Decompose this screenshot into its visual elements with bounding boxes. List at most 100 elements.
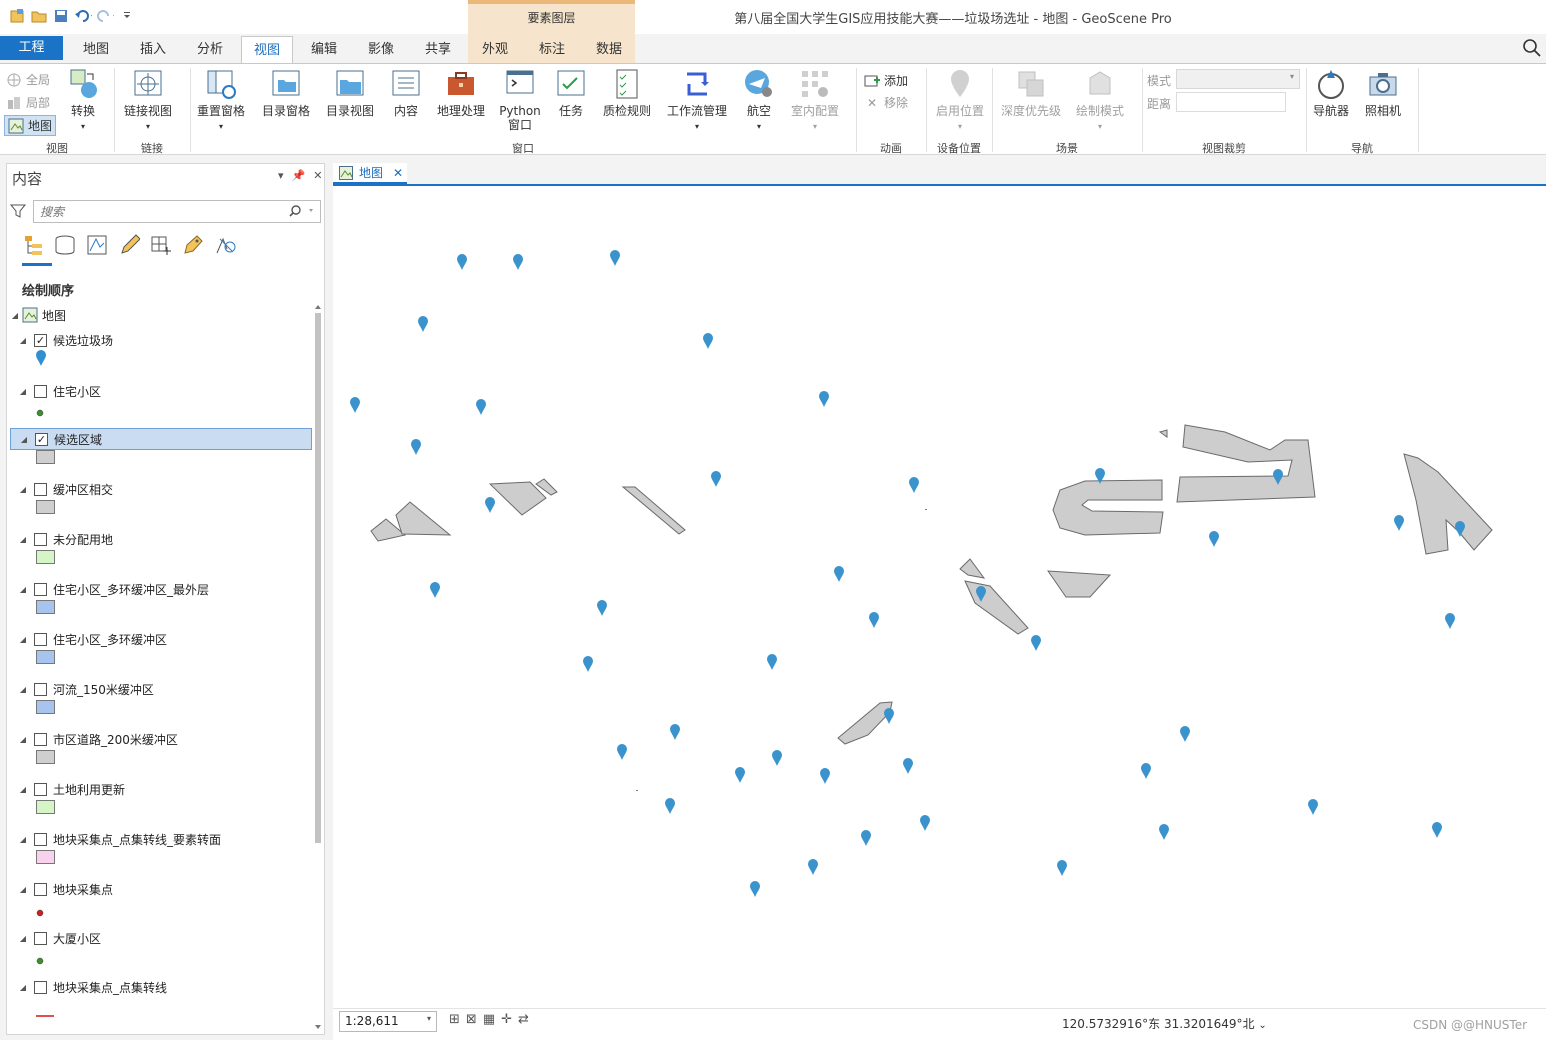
candidate-landfill-pin[interactable] (665, 798, 675, 814)
editing-pencil-icon[interactable] (118, 233, 140, 257)
candidate-landfill-pin[interactable] (703, 333, 713, 349)
candidate-landfill-pin[interactable] (1159, 824, 1169, 840)
animation-add-button[interactable]: 添加 (864, 72, 908, 89)
candidate-landfill-pin[interactable] (1432, 822, 1442, 838)
layer-row[interactable]: ◢ 住宅小区_多环缓冲区 (10, 628, 167, 650)
collapse-arrow-icon[interactable]: ◢ (18, 585, 28, 594)
tab-insert[interactable]: 插入 (129, 36, 177, 63)
snapping-toggle-icon[interactable]: ✛ (501, 1012, 512, 1027)
candidate-landfill-pin[interactable] (617, 744, 627, 760)
candidate-landfill-pin[interactable] (583, 656, 593, 672)
collapse-arrow-icon[interactable]: ◢ (18, 735, 28, 744)
tab-share[interactable]: 共享 (414, 36, 462, 63)
candidate-landfill-pin[interactable] (750, 881, 760, 897)
candidate-landfill-pin[interactable] (772, 750, 782, 766)
candidate-landfill-pin[interactable] (903, 758, 913, 774)
labeling-icon[interactable] (182, 233, 204, 257)
collapse-arrow-icon[interactable]: ◢ (18, 934, 28, 943)
layer-row[interactable]: ◢ 缓冲区相交 (10, 478, 113, 500)
contents-button[interactable]: 内容 (386, 68, 426, 118)
list-by-perspective-icon[interactable] (214, 233, 236, 257)
candidate-landfill-pin[interactable] (909, 477, 919, 493)
tab-data[interactable]: 数据 (585, 36, 633, 63)
candidate-landfill-pin[interactable] (1141, 763, 1151, 779)
layer-visibility-checkbox[interactable] (34, 980, 47, 994)
candidate-landfill-pin[interactable] (735, 767, 745, 783)
collapse-arrow-icon[interactable]: ◢ (18, 485, 28, 494)
candidate-landfill-pin[interactable] (513, 254, 523, 270)
candidate-landfill-pin[interactable] (767, 654, 777, 670)
layer-visibility-checkbox[interactable] (34, 384, 47, 398)
tab-view[interactable]: 视图 (241, 36, 293, 65)
scale-dropdown[interactable]: 1:28,611 ▾ (339, 1011, 437, 1032)
candidate-landfill-pin[interactable] (1057, 860, 1067, 876)
close-map-tab-icon[interactable]: ✕ (393, 166, 403, 180)
quality-rules-button[interactable]: 质检规则 (600, 68, 654, 118)
clip-mode-dropdown[interactable]: ▾ (1176, 69, 1300, 89)
layer-row[interactable]: ◢ 大厦小区 (10, 927, 101, 949)
layer-row[interactable]: ◢ 地块采集点_点集转线_要素转面 (10, 828, 221, 850)
reset-panes-button[interactable]: 重置窗格 ▾ (194, 68, 248, 134)
candidate-area-polygon[interactable] (837, 701, 893, 745)
collapse-arrow-icon[interactable]: ◢ (18, 885, 28, 894)
convert-button[interactable]: 转换 ▾ (62, 68, 104, 134)
fixed-zoom-icon[interactable]: ⊞ (449, 1012, 460, 1027)
tasks-button[interactable]: 任务 (550, 68, 592, 118)
search-input[interactable] (33, 200, 321, 223)
pane-menu-icon[interactable]: ▾ (278, 169, 284, 182)
layer-visibility-checkbox[interactable] (34, 682, 47, 696)
full-button[interactable]: 全局 (6, 71, 50, 88)
grid-toggle-icon[interactable]: ⊠ (466, 1012, 477, 1027)
candidate-landfill-pin[interactable] (597, 600, 607, 616)
tab-project[interactable]: 工程 (0, 36, 63, 60)
tab-analysis[interactable]: 分析 (186, 36, 234, 63)
candidate-landfill-pin[interactable] (430, 582, 440, 598)
candidate-area-polygon[interactable] (1052, 479, 1164, 536)
layer-visibility-checkbox[interactable] (34, 632, 47, 646)
selection-icon[interactable] (86, 233, 108, 257)
layer-row[interactable]: ◢ ✓ 候选垃圾场 (10, 329, 113, 351)
collapse-arrow-icon[interactable]: ◢ (19, 435, 29, 444)
search-icon[interactable] (1522, 38, 1542, 58)
candidate-area-polygon[interactable] (1403, 453, 1493, 555)
layer-row[interactable]: ◢ ✓ 候选区域 (10, 428, 312, 450)
link-views-button[interactable]: 链接视图 ▾ (120, 68, 176, 134)
depth-priority-button[interactable]: 深度优先级 (998, 68, 1064, 118)
layer-row[interactable]: ◢ 土地利用更新 (10, 778, 125, 800)
catalog-view-button[interactable]: 目录视图 (322, 68, 378, 118)
candidate-landfill-pin[interactable] (1445, 613, 1455, 629)
candidate-area-polygon[interactable] (1047, 570, 1112, 598)
candidate-area-polygon[interactable] (621, 486, 686, 535)
candidate-landfill-pin[interactable] (411, 439, 421, 455)
candidate-area-polygon[interactable] (1158, 429, 1168, 438)
layer-visibility-checkbox[interactable] (34, 882, 47, 896)
candidate-landfill-pin[interactable] (457, 254, 467, 270)
draw-mode-button[interactable]: 绘制模式 ▾ (1072, 68, 1128, 134)
collapse-arrow-icon[interactable]: ◢ (18, 635, 28, 644)
candidate-landfill-pin[interactable] (834, 566, 844, 582)
candidate-area-polygon[interactable] (395, 501, 452, 536)
candidate-landfill-pin[interactable] (418, 316, 428, 332)
layer-visibility-checkbox[interactable] (34, 482, 47, 496)
workflow-manager-button[interactable]: 工作流管理 ▾ (664, 68, 730, 134)
collapse-arrow-icon[interactable]: ◢ (18, 387, 28, 396)
candidate-landfill-pin[interactable] (820, 768, 830, 784)
close-icon[interactable]: ✕ (313, 169, 322, 182)
chevron-down-icon[interactable]: ⌄ (1258, 1020, 1266, 1031)
enable-location-button[interactable]: 启用位置 ▾ (932, 68, 988, 134)
candidate-landfill-pin[interactable] (1394, 515, 1404, 531)
layer-visibility-checkbox[interactable] (34, 782, 47, 796)
layer-row[interactable]: ◢ 市区道路_200米缓冲区 (10, 728, 178, 750)
candidate-landfill-pin[interactable] (861, 830, 871, 846)
map-view-button[interactable]: 地图 (4, 115, 57, 136)
contents-scrollbar[interactable] (314, 303, 322, 1033)
candidate-landfill-pin[interactable] (670, 724, 680, 740)
layer-row[interactable]: ◢ 住宅小区 (10, 380, 101, 402)
candidate-landfill-pin[interactable] (350, 397, 360, 413)
map-canvas[interactable] (333, 186, 1546, 1008)
camera-button[interactable]: 照相机 (1360, 68, 1406, 118)
search-magnifier-icon[interactable] (289, 204, 315, 218)
geoprocessing-button[interactable]: 地理处理 (434, 68, 488, 118)
candidate-area-polygon[interactable] (959, 558, 986, 579)
candidate-landfill-pin[interactable] (819, 391, 829, 407)
